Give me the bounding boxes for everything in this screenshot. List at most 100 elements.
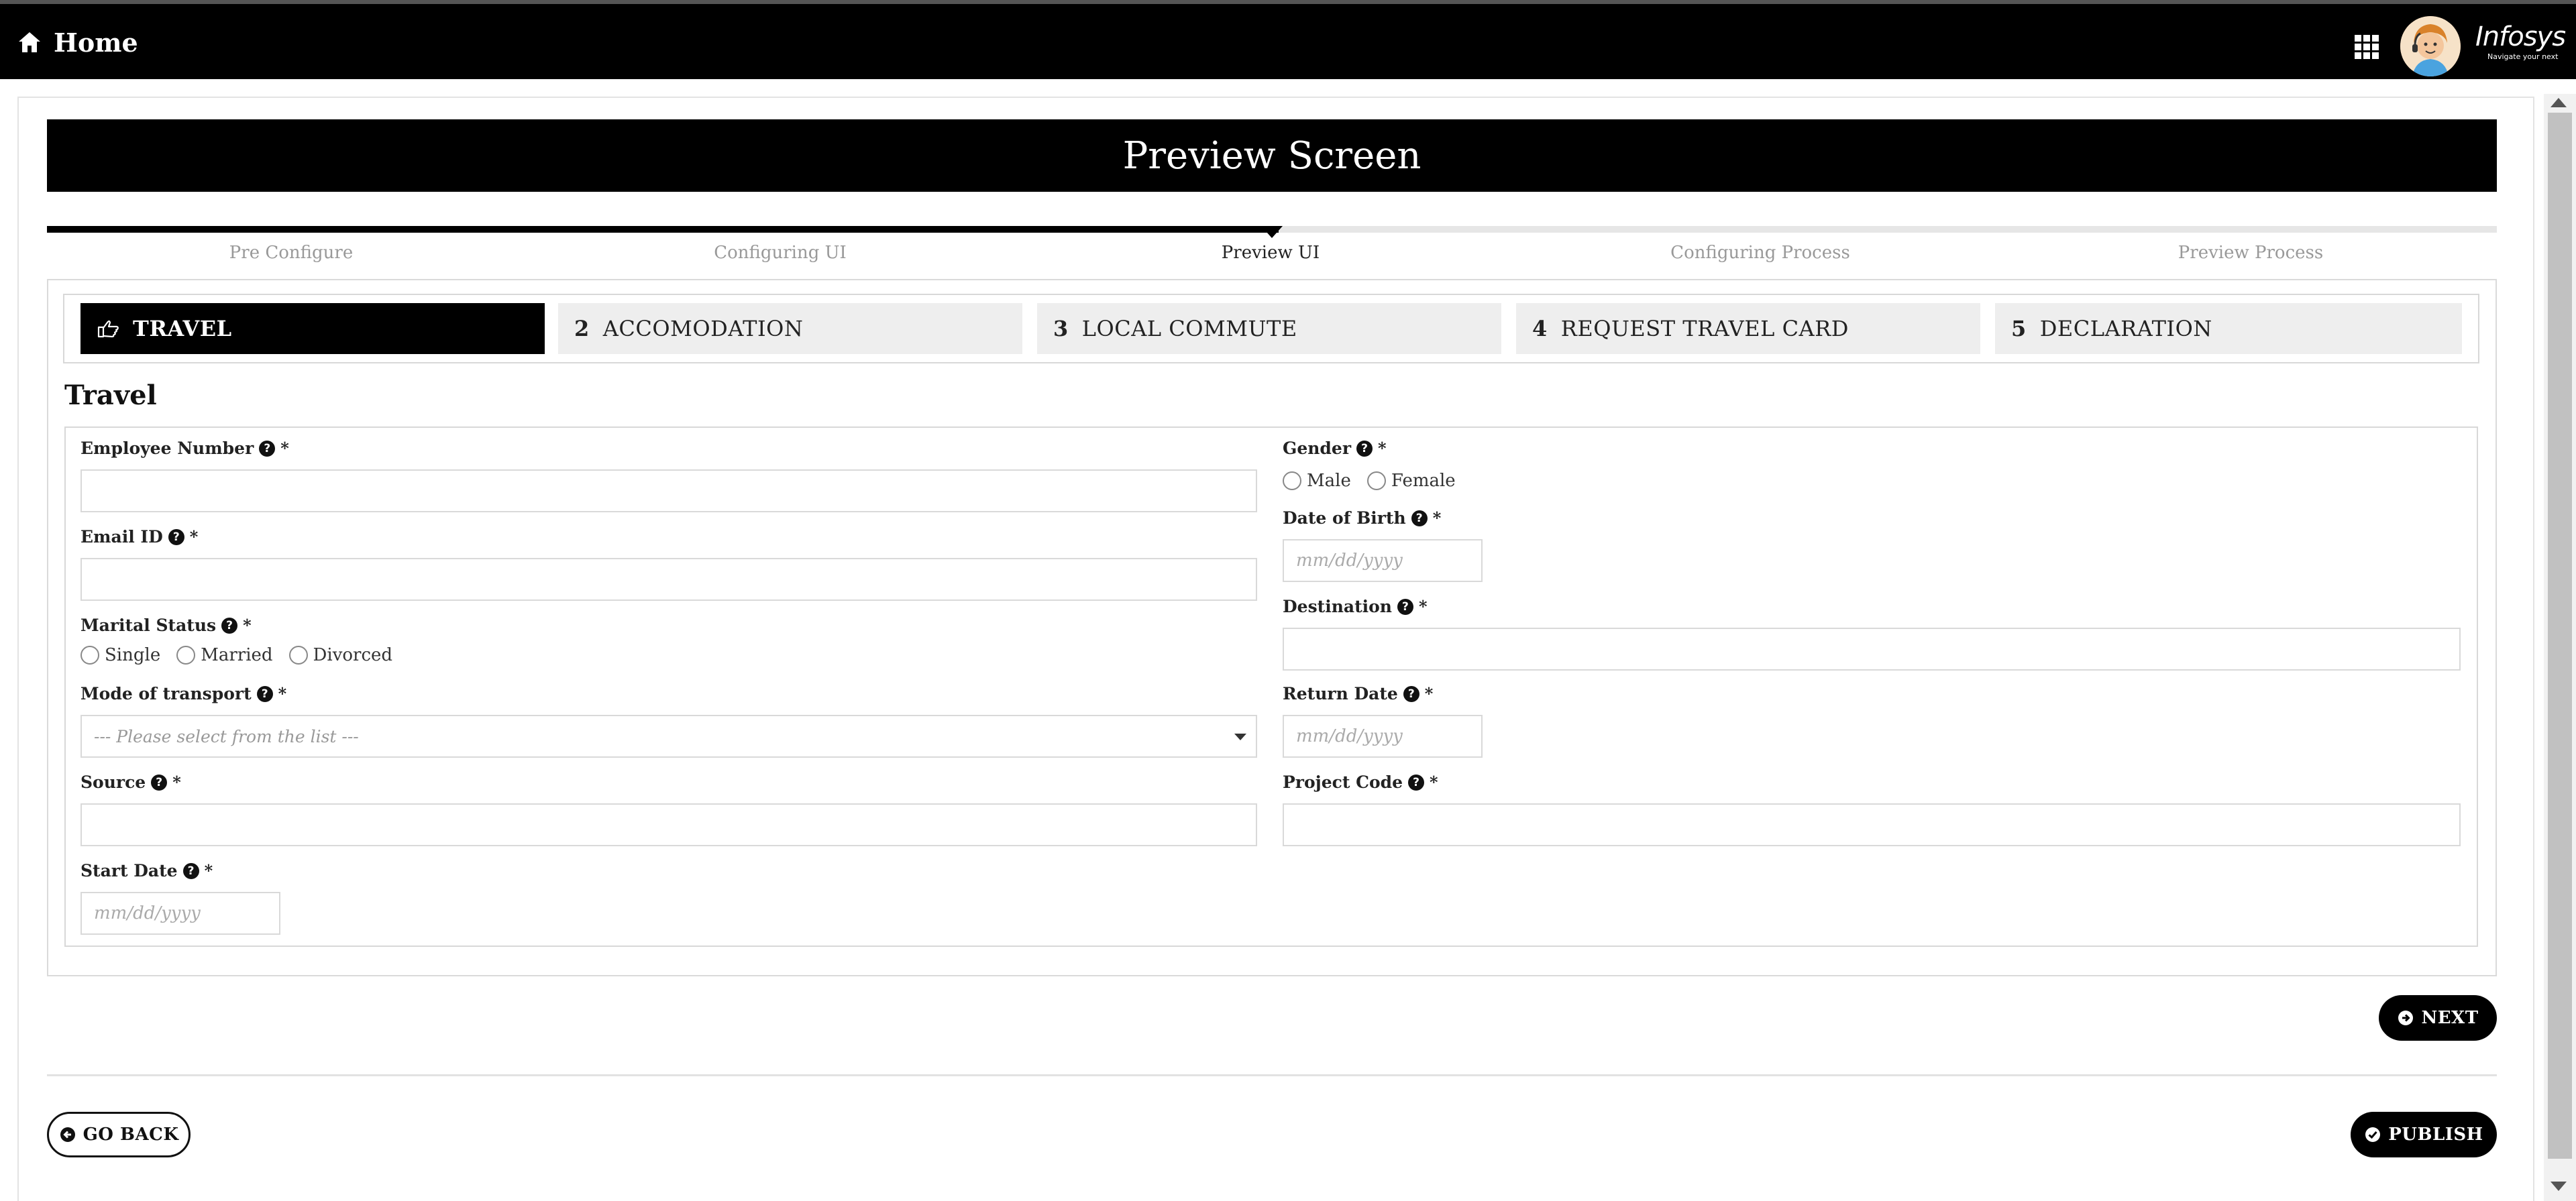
required-mark: * (1432, 508, 1442, 528)
radio-label: Divorced (313, 645, 393, 665)
return-date-input[interactable] (1283, 715, 1483, 758)
required-mark: * (204, 861, 213, 880)
help-icon[interactable]: ? (151, 774, 168, 791)
project-code-label: Project Code ? * (1283, 773, 1438, 792)
radio-male[interactable] (1283, 471, 1301, 490)
tab-number: 3 (1053, 316, 1069, 341)
next-button-label: NEXT (2421, 1008, 2479, 1028)
start-date-input[interactable] (80, 892, 280, 935)
scroll-down-arrow-icon[interactable] (2551, 1182, 2567, 1191)
start-date-label: Start Date ? * (80, 861, 213, 880)
date-of-birth-input[interactable] (1283, 539, 1483, 582)
radio-single[interactable] (80, 646, 99, 665)
radio-label: Male (1307, 471, 1351, 491)
avatar[interactable] (2400, 16, 2461, 76)
home-label: Home (54, 27, 138, 58)
help-icon[interactable]: ? (259, 440, 276, 457)
radio-label: Female (1391, 471, 1456, 491)
go-back-button-label: GO BACK (83, 1125, 179, 1145)
radio-divorced[interactable] (288, 646, 308, 665)
required-mark: * (1430, 773, 1438, 792)
destination-input[interactable] (1283, 628, 2461, 671)
hand-point-right-icon (97, 320, 119, 338)
home-icon (19, 32, 40, 52)
check-circle-icon (2365, 1127, 2381, 1142)
tab-declaration[interactable]: 5 DECLARATION (1995, 303, 2462, 354)
help-icon[interactable]: ? (1397, 598, 1413, 615)
section-title: Travel (64, 380, 157, 411)
required-mark: * (1378, 439, 1387, 458)
employee-number-input[interactable] (80, 469, 1257, 512)
wizard-progress-fill (47, 226, 1279, 233)
mode-of-transport-label: Mode of transport ? * (80, 684, 287, 703)
tab-number: 2 (574, 316, 590, 341)
tab-local-commute[interactable]: 3 LOCAL COMMUTE (1037, 303, 1501, 354)
next-button[interactable]: NEXT (2379, 995, 2497, 1041)
page-title-bar: Preview Screen (47, 119, 2497, 192)
radio-label: Single (105, 645, 161, 665)
email-id-label: Email ID ? * (80, 527, 199, 547)
help-icon[interactable]: ? (1408, 774, 1425, 791)
scrollbar-thumb[interactable] (2548, 113, 2572, 1159)
radio-label: Married (201, 645, 273, 665)
marital-status-label: Marital Status ? * (80, 616, 252, 635)
required-mark: * (1424, 684, 1434, 703)
destination-label: Destination ? * (1283, 597, 1428, 616)
tab-label: DECLARATION (2039, 316, 2212, 341)
tab-label: ACCOMODATION (602, 316, 804, 341)
tab-number: 4 (1532, 316, 1548, 341)
apps-grid-icon[interactable] (2353, 34, 2380, 60)
page-title: Preview Screen (1122, 133, 1421, 178)
select-placeholder: --- Please select from the list --- (94, 726, 359, 746)
required-mark: * (278, 684, 287, 703)
gender-label: Gender ? * (1283, 439, 1387, 458)
wizard-step-configuring-ui[interactable]: Configuring UI (714, 243, 847, 263)
help-icon[interactable]: ? (256, 685, 273, 702)
tab-number: 5 (2011, 316, 2027, 341)
scroll-up-arrow-icon[interactable] (2551, 98, 2567, 107)
help-icon[interactable]: ? (1403, 685, 1419, 702)
required-mark: * (280, 439, 289, 458)
divider (47, 1074, 2497, 1076)
required-mark: * (172, 773, 181, 792)
return-date-label: Return Date ? * (1283, 684, 1434, 703)
wizard-step-preview-ui[interactable]: Preview UI (1222, 243, 1320, 263)
tab-label: TRAVEL (133, 316, 232, 341)
tab-label: REQUEST TRAVEL CARD (1560, 316, 1849, 341)
required-mark: * (243, 616, 252, 635)
source-label: Source ? * (80, 773, 181, 792)
arrow-circle-left-icon (60, 1127, 75, 1142)
chevron-down-icon (1234, 734, 1246, 740)
publish-button[interactable]: PUBLISH (2351, 1112, 2497, 1157)
tab-request-travel-card[interactable]: 4 REQUEST TRAVEL CARD (1516, 303, 1980, 354)
arrow-circle-right-icon (2398, 1011, 2414, 1025)
help-icon[interactable]: ? (182, 862, 199, 879)
employee-number-label: Employee Number ? * (80, 439, 289, 458)
gender-radio-group: Male Female (1283, 471, 1465, 491)
home-link[interactable]: Home (17, 27, 138, 58)
tab-label: LOCAL COMMUTE (1081, 316, 1297, 341)
help-icon[interactable]: ? (221, 617, 238, 634)
required-mark: * (189, 527, 199, 547)
required-mark: * (1418, 597, 1428, 616)
go-back-button[interactable]: GO BACK (47, 1112, 191, 1157)
source-input[interactable] (80, 803, 1257, 846)
help-icon[interactable]: ? (168, 528, 184, 545)
help-icon[interactable]: ? (1356, 440, 1373, 457)
mode-of-transport-select[interactable]: --- Please select from the list --- (80, 715, 1257, 758)
radio-married[interactable] (176, 646, 196, 665)
marital-status-radio-group: Single Married Divorced (80, 645, 402, 665)
project-code-input[interactable] (1283, 803, 2461, 846)
tab-travel[interactable]: TRAVEL (80, 303, 545, 354)
wizard-step-preview-process[interactable]: Preview Process (2178, 243, 2323, 263)
wizard-step-pre-configure[interactable]: Pre Configure (229, 243, 353, 263)
brand-logo: Infosys Navigate your next (2475, 21, 2566, 61)
radio-female[interactable] (1366, 471, 1386, 490)
date-of-birth-label: Date of Birth ? * (1283, 508, 1442, 528)
wizard-step-configuring-process[interactable]: Configuring Process (1670, 243, 1850, 263)
tab-accomodation[interactable]: 2 ACCOMODATION (558, 303, 1022, 354)
help-icon[interactable]: ? (1411, 510, 1428, 526)
publish-button-label: PUBLISH (2388, 1125, 2483, 1145)
top-navbar: Home Infosys Navigate your next (0, 0, 2576, 79)
email-id-input[interactable] (80, 558, 1257, 601)
